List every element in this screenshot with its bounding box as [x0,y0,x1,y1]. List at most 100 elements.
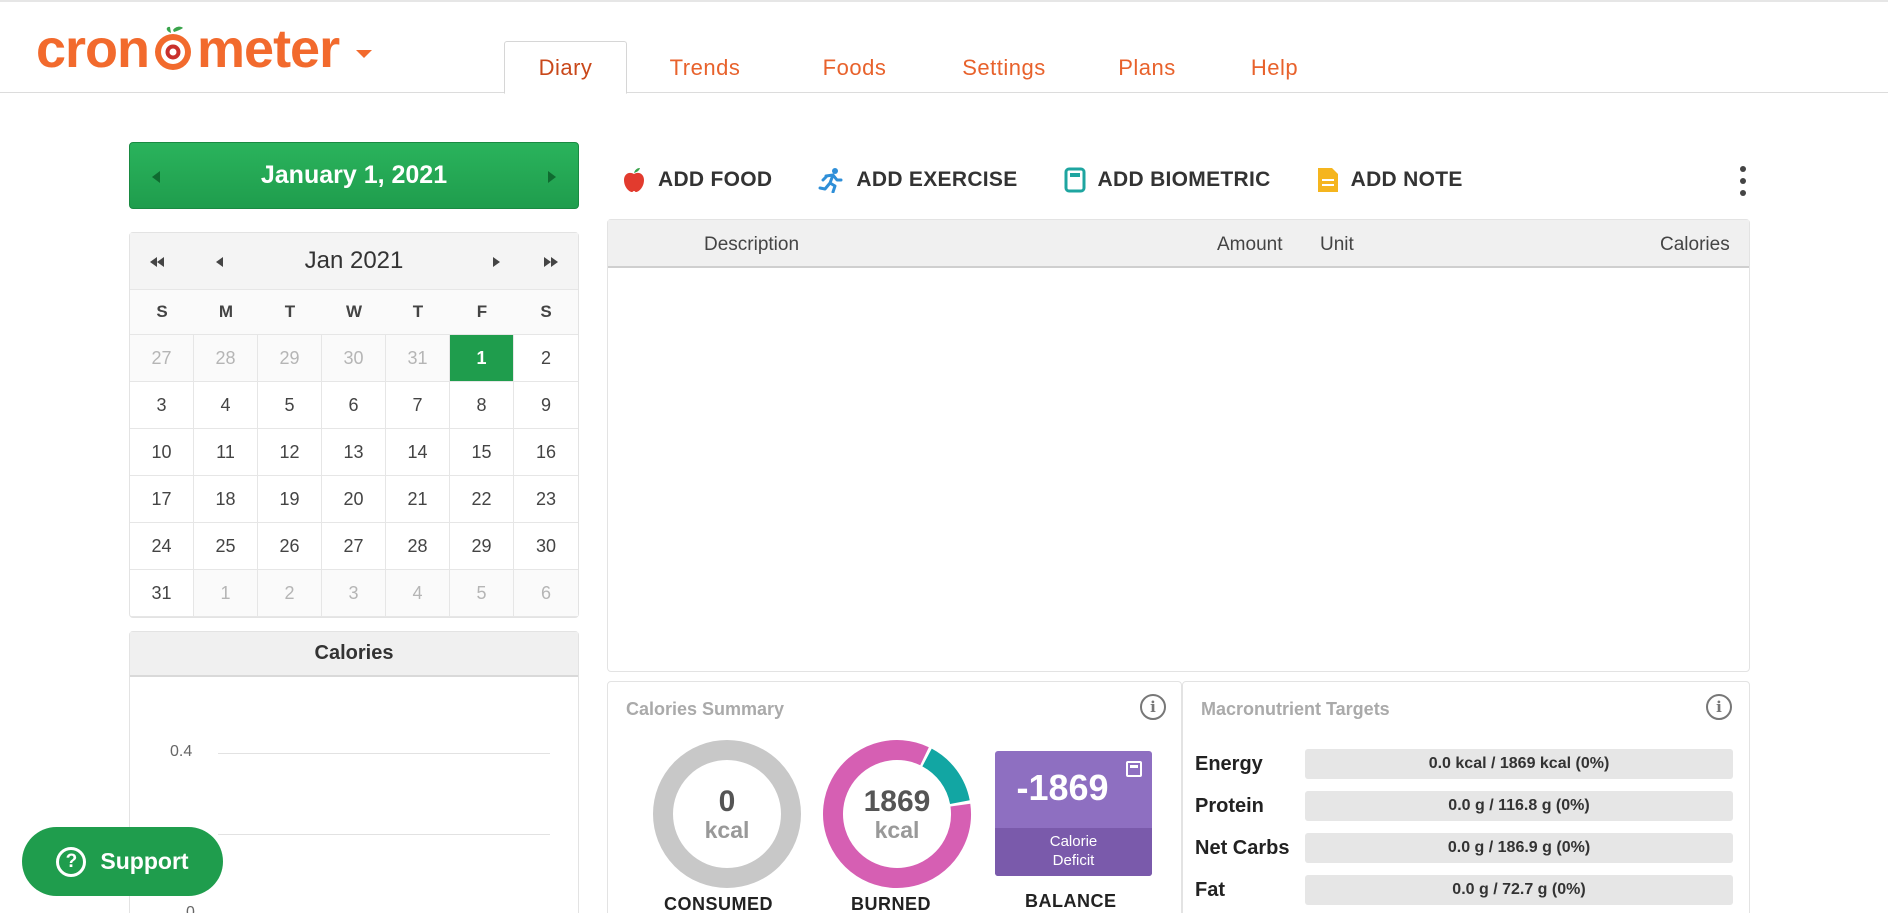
gridline [218,753,550,754]
calendar-day[interactable]: 18 [194,476,258,523]
calendar-day[interactable]: 4 [386,570,450,617]
add-exercise-label: ADD EXERCISE [856,168,1018,191]
running-person-icon [818,168,843,193]
current-date[interactable]: January 1, 2021 [261,161,447,190]
more-options-icon[interactable] [1736,166,1750,196]
balance-value: -1869 [1016,767,1109,808]
calendar-day-selected[interactable]: 1 [450,335,514,382]
calendar-day[interactable]: 20 [322,476,386,523]
calendar-day[interactable]: 27 [130,335,194,382]
add-biometric-button[interactable]: ADD BIOMETRIC [1064,167,1271,193]
calendar-day[interactable]: 14 [386,429,450,476]
macro-label: Protein [1195,794,1264,817]
calendar-day[interactable]: 29 [450,523,514,570]
calendar-day[interactable]: 15 [450,429,514,476]
apple-target-icon [155,26,192,70]
top-divider [0,0,1888,2]
add-food-button[interactable]: ADD FOOD [622,167,772,193]
weekday-label: T [386,290,450,335]
calendar-day[interactable]: 5 [450,570,514,617]
calendar-day[interactable]: 29 [258,335,322,382]
calendar-day[interactable]: 31 [386,335,450,382]
calendar-day[interactable]: 22 [450,476,514,523]
calendar-day[interactable]: 26 [258,523,322,570]
calendar-day[interactable]: 6 [322,382,386,429]
calendar-day[interactable]: 30 [514,523,578,570]
calendar-day[interactable]: 12 [258,429,322,476]
calendar-day[interactable]: 31 [130,570,194,617]
calendar-day[interactable]: 27 [322,523,386,570]
weekday-label: S [514,290,578,335]
balance-card: -1869 Calorie Deficit [995,751,1152,876]
calendar-day[interactable]: 24 [130,523,194,570]
calendar-day[interactable]: 17 [130,476,194,523]
logo[interactable]: cron meter [36,14,340,84]
prev-day-icon[interactable] [152,171,160,183]
calendar-day[interactable]: 28 [194,335,258,382]
calendar-day[interactable]: 9 [514,382,578,429]
calendar-day[interactable]: 21 [386,476,450,523]
scale-icon [1126,761,1142,777]
calendar-day[interactable]: 4 [194,382,258,429]
info-icon[interactable]: i [1706,694,1732,720]
calories-summary: Calories Summary i 0 kcal CONSUMED 1869 … [607,681,1182,913]
balance-label: BALANCE [1025,891,1117,911]
info-icon[interactable]: i [1140,694,1166,720]
tab-trends[interactable]: Trends [627,41,783,94]
calendar-day[interactable]: 28 [386,523,450,570]
add-note-button[interactable]: ADD NOTE [1317,167,1463,193]
tab-diary[interactable]: Diary [504,41,627,94]
column-unit[interactable]: Unit [1320,234,1354,256]
date-selector[interactable]: January 1, 2021 [129,142,579,209]
prev-year-icon[interactable] [150,233,164,290]
next-month-icon[interactable] [493,233,500,290]
calendar-day[interactable]: 10 [130,429,194,476]
calendar-day[interactable]: 23 [514,476,578,523]
column-calories[interactable]: Calories [1660,234,1730,256]
diary-actions: ADD FOOD ADD EXERCISE ADD BIOMETRIC ADD … [622,160,1509,200]
macro-progress-bar: 0.0 g / 186.9 g (0%) [1305,833,1733,863]
macronutrient-targets: Macronutrient Targets i Energy 0.0 kcal … [1182,681,1750,913]
macro-label: Net Carbs [1195,836,1290,859]
support-button[interactable]: ? Support [22,827,223,896]
consumed-ring: 0 kcal [652,739,802,889]
column-amount[interactable]: Amount [1217,234,1282,256]
calendar-day[interactable]: 3 [130,382,194,429]
calendar-day[interactable]: 30 [322,335,386,382]
weekday-label: S [130,290,194,335]
prev-month-icon[interactable] [216,233,223,290]
tab-settings[interactable]: Settings [926,41,1082,94]
calendar-days: 27 28 29 30 31 1 2 3 4 5 6 7 8 9 10 11 12 13 14 15 16 17 18 19 2… [130,335,578,617]
calendar-day[interactable]: 3 [322,570,386,617]
calendar-day[interactable]: 6 [514,570,578,617]
calendar-day[interactable]: 5 [258,382,322,429]
calendar-day[interactable]: 8 [450,382,514,429]
calendar-day[interactable]: 1 [194,570,258,617]
add-biometric-label: ADD BIOMETRIC [1097,168,1271,191]
calendar-day[interactable]: 19 [258,476,322,523]
main-tabs: Diary Trends Foods Settings Plans Help [504,41,1337,94]
calendar-month-title[interactable]: Jan 2021 [305,247,404,275]
calendar-day[interactable]: 7 [386,382,450,429]
support-label: Support [100,848,189,874]
calendar-day[interactable]: 16 [514,429,578,476]
calendar-day[interactable]: 2 [258,570,322,617]
tab-foods[interactable]: Foods [783,41,926,94]
tab-plans[interactable]: Plans [1082,41,1212,94]
consumed-label: CONSUMED [664,894,774,913]
scale-icon [1064,167,1086,193]
macro-row-protein: Protein 0.0 g / 116.8 g (0%) [1195,791,1733,821]
calendar-day[interactable]: 2 [514,335,578,382]
next-year-icon[interactable] [544,233,558,290]
tab-help[interactable]: Help [1212,41,1337,94]
next-day-icon[interactable] [548,171,556,183]
calendar-day[interactable]: 11 [194,429,258,476]
burned-unit: kcal [874,816,920,843]
diary-table-header: Description Amount Unit Calories [608,220,1749,268]
calendar-day[interactable]: 13 [322,429,386,476]
add-exercise-button[interactable]: ADD EXERCISE [818,167,1017,193]
calendar-day[interactable]: 25 [194,523,258,570]
burned-value: 1869 [863,785,931,819]
logo-dropdown-icon[interactable] [356,50,372,58]
column-description[interactable]: Description [704,234,799,256]
